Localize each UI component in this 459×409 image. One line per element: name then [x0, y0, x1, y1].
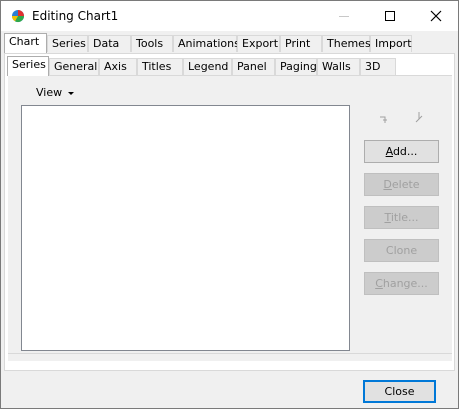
subtab-titles[interactable]: Titles — [137, 58, 183, 75]
sub-tab-strip: Series General Axis Titles Legend Panel … — [7, 56, 447, 77]
close-icon — [430, 10, 442, 22]
subtab-panel[interactable]: Panel — [232, 58, 275, 75]
subtab-paging[interactable]: Paging — [275, 58, 317, 75]
add-series-button[interactable]: Add... — [364, 140, 439, 163]
tab-export[interactable]: Export — [237, 35, 280, 52]
chevron-down-icon[interactable] — [68, 92, 74, 95]
close-button[interactable]: Close — [363, 380, 436, 403]
tab-animations[interactable]: Animations — [173, 35, 240, 52]
subtab-series[interactable]: Series — [7, 56, 49, 76]
top-tab-strip: Chart Series Data Tools Animations Expor… — [4, 33, 456, 54]
minimize-button[interactable] — [321, 1, 367, 31]
maximize-button[interactable] — [367, 1, 413, 31]
move-down-icon[interactable] — [413, 111, 425, 125]
subtab-legend[interactable]: Legend — [183, 58, 232, 75]
clone-series-button[interactable]: Clone — [364, 239, 439, 262]
tab-themes[interactable]: Themes — [322, 35, 371, 52]
series-list[interactable] — [21, 105, 350, 351]
subtab-walls[interactable]: Walls — [317, 58, 360, 75]
tab-chart[interactable]: Chart — [4, 33, 47, 53]
title-bar: Editing Chart1 — [1, 1, 458, 31]
view-menu-button[interactable]: View — [36, 86, 62, 99]
title-series-button[interactable]: Title... — [364, 206, 439, 229]
subtab-3d[interactable]: 3D — [360, 58, 396, 75]
change-series-button[interactable]: Change... — [364, 272, 439, 295]
window-close-button[interactable] — [413, 1, 459, 31]
tab-series[interactable]: Series — [47, 35, 88, 52]
tab-import[interactable]: Import — [370, 35, 412, 52]
subtab-general[interactable]: General — [49, 58, 99, 75]
editor-window: Editing Chart1 Chart Series Data Tools A… — [0, 0, 459, 409]
chart-app-icon — [11, 10, 24, 23]
subtab-axis[interactable]: Axis — [99, 58, 137, 75]
move-up-icon[interactable] — [379, 113, 391, 125]
delete-series-button[interactable]: Delete — [364, 173, 439, 196]
tab-data[interactable]: Data — [88, 35, 131, 52]
window-title: Editing Chart1 — [32, 9, 119, 23]
divider — [8, 353, 452, 354]
tab-print[interactable]: Print — [280, 35, 322, 52]
tab-tools[interactable]: Tools — [131, 35, 173, 52]
